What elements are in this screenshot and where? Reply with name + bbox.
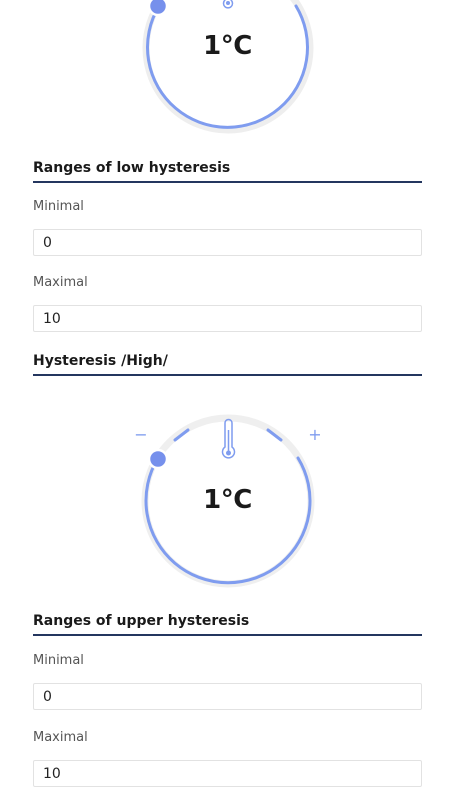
- low-maximal-input[interactable]: [33, 305, 422, 332]
- low-minimal-label: Minimal: [33, 199, 84, 214]
- dial-handle[interactable]: [147, 0, 169, 17]
- low-minimal-input[interactable]: [33, 229, 422, 256]
- thermometer-icon: [221, 418, 236, 459]
- low-maximal-label: Maximal: [33, 275, 88, 290]
- upper-maximal-label: Maximal: [33, 730, 88, 745]
- low-hysteresis-dial[interactable]: [0, 0, 455, 140]
- dial-handle[interactable]: [147, 448, 169, 470]
- decrease-symbol[interactable]: −: [134, 425, 147, 444]
- low-ranges-title: Ranges of low hysteresis: [33, 160, 422, 183]
- upper-maximal-input[interactable]: [33, 760, 422, 787]
- increase-symbol[interactable]: +: [308, 425, 321, 444]
- upper-minimal-label: Minimal: [33, 653, 84, 668]
- thermometer-icon: [222, 0, 234, 9]
- high-hysteresis-value: 1°C: [203, 485, 252, 515]
- low-hysteresis-value: 1°C: [203, 31, 252, 61]
- upper-ranges-title: Ranges of upper hysteresis: [33, 613, 422, 636]
- high-hysteresis-title: Hysteresis /High/: [33, 353, 422, 376]
- upper-minimal-input[interactable]: [33, 683, 422, 710]
